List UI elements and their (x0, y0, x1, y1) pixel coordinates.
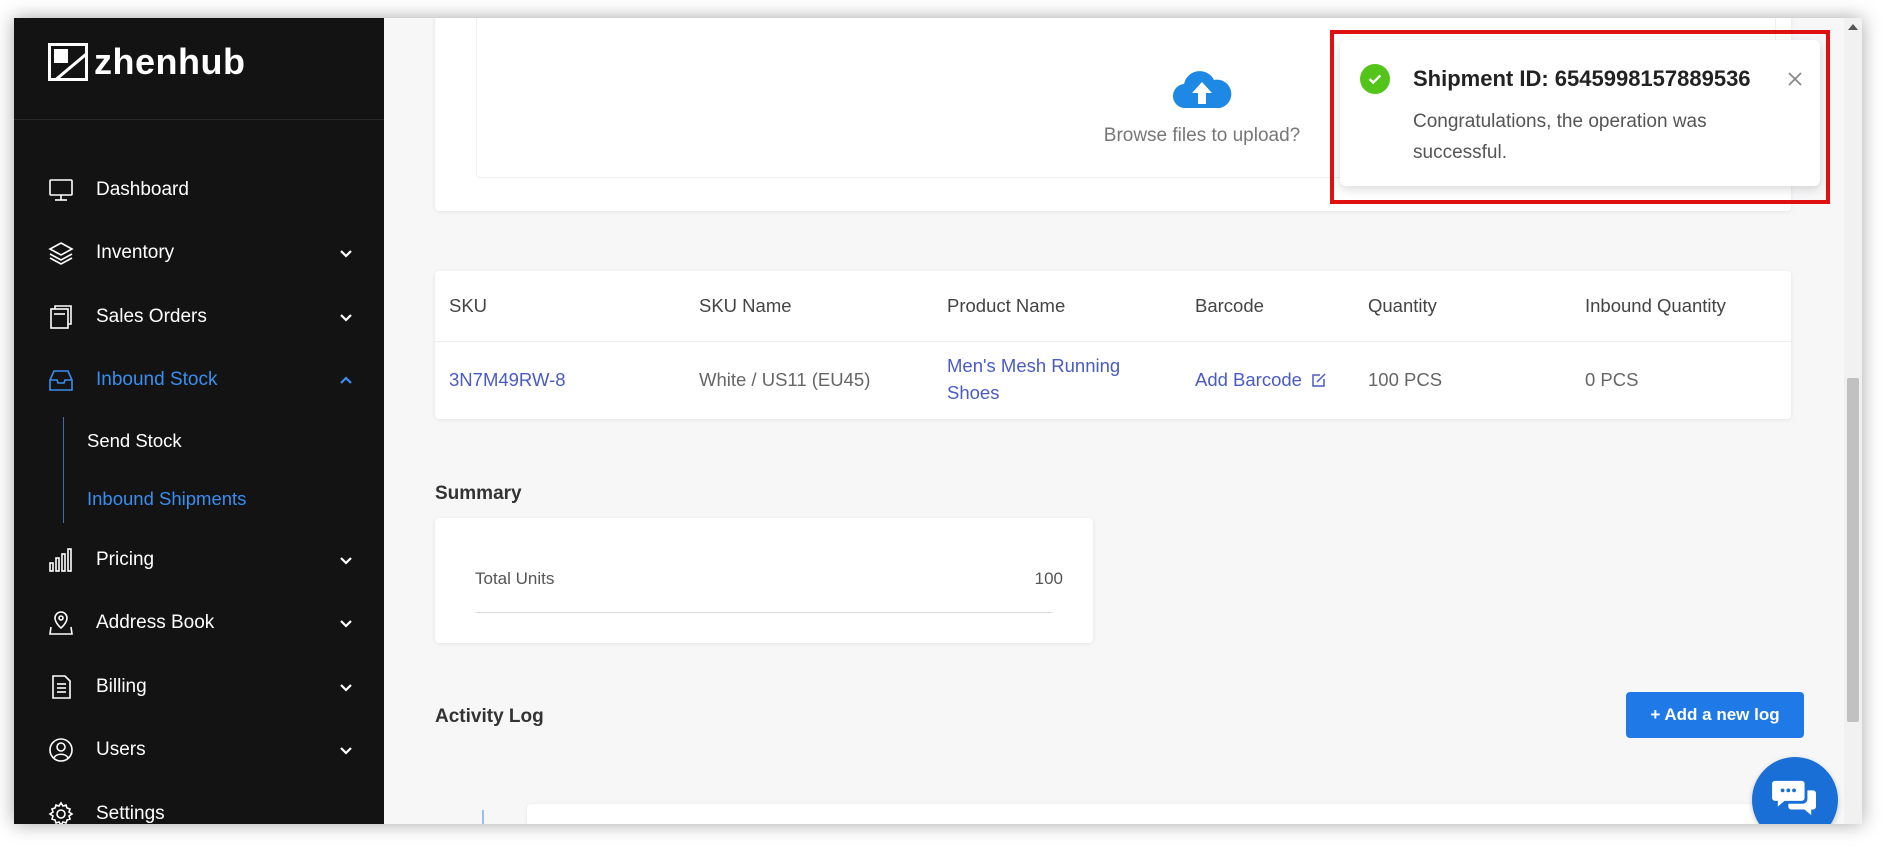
sidebar-item-label: Billing (96, 675, 147, 697)
sidebar-item-label: Users (96, 739, 146, 761)
chevron-down-icon[interactable] (338, 309, 354, 325)
sku-table: SKU SKU Name Product Name Barcode Quanti… (435, 271, 1791, 419)
chevron-down-icon[interactable] (338, 552, 354, 568)
sidebar-item-label: Pricing (96, 548, 155, 570)
inbound-stock-submenu: Send Stock Inbound Shipments (14, 412, 384, 528)
layers-icon (46, 238, 76, 268)
sidebar-divider (14, 119, 384, 120)
sidebar-item-label: Inventory (96, 242, 175, 264)
map-pin-icon (46, 608, 76, 638)
sidebar: zhenhub Dashboard Inventory Sales Orders… (14, 18, 384, 824)
sidebar-item-settings[interactable]: Settings (14, 782, 384, 824)
inbound-quantity-cell: 0 PCS (1585, 369, 1639, 390)
summary-card: Total Units 100 (435, 518, 1093, 643)
sidebar-nav: Dashboard Inventory Sales Orders Inbound… (14, 158, 384, 824)
sidebar-subitem-inbound-shipments[interactable]: Inbound Shipments (87, 488, 246, 510)
sidebar-item-sales-orders[interactable]: Sales Orders (14, 285, 384, 349)
folder-icon (46, 302, 76, 332)
sidebar-item-address-book[interactable]: Address Book (14, 592, 384, 656)
chevron-down-icon[interactable] (338, 679, 354, 695)
column-header-inbound-quantity: Inbound Quantity (1585, 295, 1726, 316)
chevron-up-icon[interactable] (338, 372, 354, 388)
chevron-down-icon[interactable] (338, 742, 354, 758)
sidebar-item-label: Inbound Stock (96, 369, 218, 391)
product-name-line: Shoes (947, 382, 1000, 403)
logo-mark-icon (48, 43, 88, 81)
sidebar-item-pricing[interactable]: Pricing (14, 528, 384, 592)
quantity-cell: 100 PCS (1368, 369, 1443, 390)
toast-message: Congratulations, the operation was succe… (1413, 111, 1707, 163)
activity-log-title: Activity Log (435, 706, 544, 727)
column-header-sku-name: SKU Name (699, 295, 792, 316)
gear-icon (46, 799, 76, 824)
sidebar-item-dashboard[interactable]: Dashboard (14, 158, 384, 222)
bar-chart-icon (46, 545, 76, 575)
sidebar-subitem-send-stock[interactable]: Send Stock (87, 430, 182, 452)
timeline-line (482, 810, 484, 824)
add-barcode-label: Add Barcode (1195, 369, 1302, 390)
sku-link[interactable]: 3N7M49RW-8 (449, 366, 566, 393)
sidebar-item-inbound-stock[interactable]: Inbound Stock (14, 349, 384, 413)
activity-log-card (527, 804, 1827, 824)
brand-logo[interactable]: zhenhub (48, 41, 246, 82)
app-window: zhenhub Dashboard Inventory Sales Orders… (14, 18, 1862, 824)
total-units-value: 100 (1034, 569, 1063, 588)
add-barcode-link[interactable]: Add Barcode (1195, 366, 1327, 393)
sidebar-item-label: Settings (96, 802, 165, 824)
product-name-link[interactable]: Men's Mesh Running Shoes (947, 352, 1120, 406)
column-header-product-name: Product Name (947, 295, 1066, 316)
sidebar-item-label: Sales Orders (96, 305, 207, 327)
chat-icon (1771, 777, 1819, 824)
upload-prompt[interactable]: Browse files to upload? (1037, 125, 1367, 147)
brand-name: zhenhub (94, 41, 246, 82)
check-circle-icon (1360, 64, 1390, 94)
sku-name-cell: White / US11 (EU45) (699, 369, 871, 390)
column-header-sku: SKU (449, 295, 488, 316)
edit-icon (1311, 368, 1327, 387)
scroll-thumb[interactable] (1847, 378, 1859, 722)
scroll-up-arrow-icon[interactable] (1848, 24, 1858, 30)
sidebar-item-label: Dashboard (96, 178, 189, 200)
summary-title: Summary (435, 483, 522, 504)
add-log-button[interactable]: + Add a new log (1626, 692, 1804, 738)
monitor-icon (46, 175, 76, 205)
sidebar-item-billing[interactable]: Billing (14, 655, 384, 719)
cloud-upload-icon[interactable] (1172, 68, 1232, 112)
table-divider (435, 341, 1791, 342)
document-icon (46, 672, 76, 702)
column-header-quantity: Quantity (1368, 295, 1437, 316)
sidebar-item-inventory[interactable]: Inventory (14, 222, 384, 286)
vertical-scrollbar[interactable] (1844, 18, 1862, 824)
chevron-down-icon[interactable] (338, 615, 354, 631)
summary-divider (475, 612, 1053, 613)
inbox-icon (46, 365, 76, 395)
sidebar-item-label: Address Book (96, 612, 215, 634)
product-name-line: Men's Mesh Running (947, 355, 1121, 376)
user-icon (46, 735, 76, 765)
success-toast: Shipment ID: 6545998157889536 Congratula… (1340, 40, 1820, 186)
submenu-line (63, 417, 64, 523)
total-units-label: Total Units (475, 569, 555, 588)
toast-title: Shipment ID: 6545998157889536 (1413, 66, 1751, 91)
sidebar-item-users[interactable]: Users (14, 719, 384, 783)
column-header-barcode: Barcode (1195, 295, 1264, 316)
close-icon[interactable] (1784, 68, 1806, 90)
chevron-down-icon[interactable] (338, 245, 354, 261)
